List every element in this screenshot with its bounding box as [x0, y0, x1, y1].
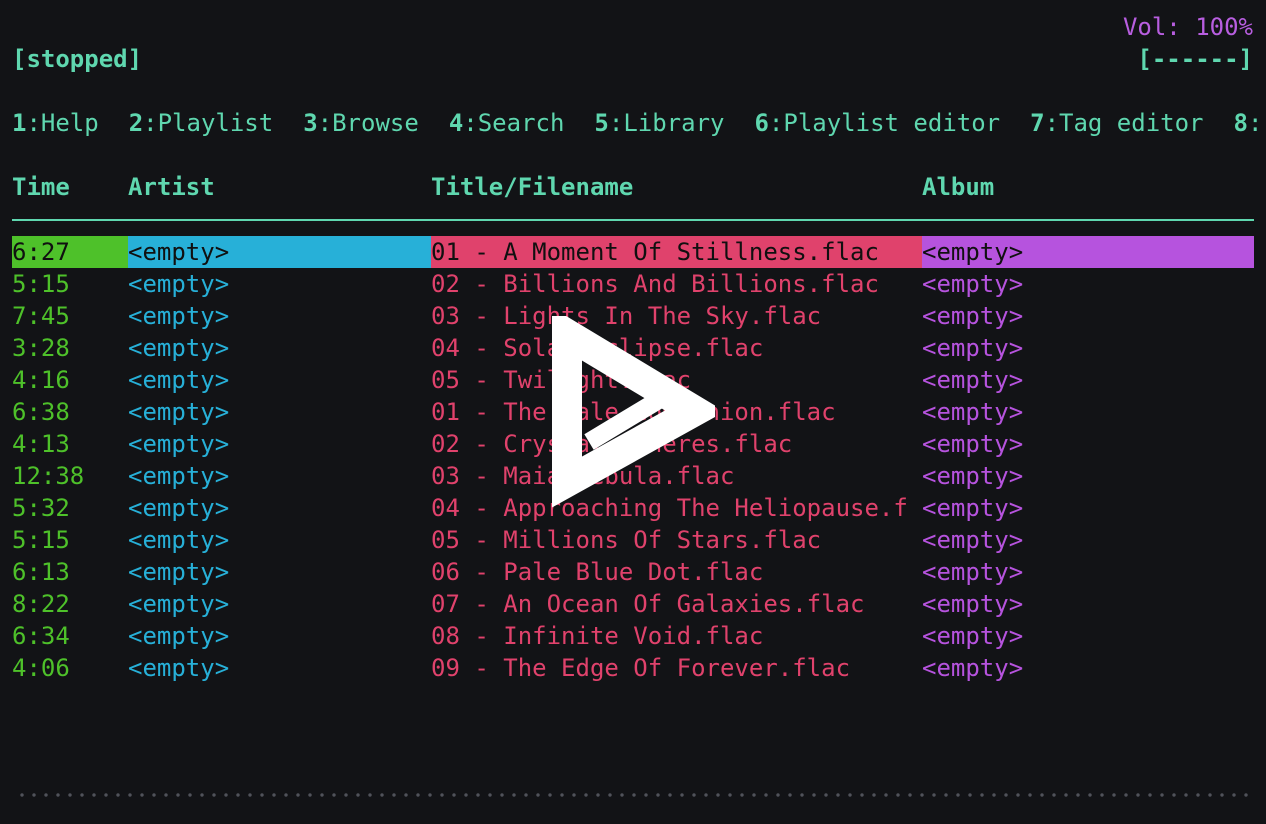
- track-time: 12:38: [12, 462, 85, 490]
- play-logo-icon: [552, 316, 715, 508]
- track-time: 6:34: [12, 622, 70, 650]
- track-artist: <empty>: [128, 430, 230, 458]
- tab-label: :Help: [26, 109, 99, 137]
- track-time: 5:15: [12, 526, 70, 554]
- track-time: 7:45: [12, 302, 70, 330]
- track-time: 6:13: [12, 558, 70, 586]
- column-header-title[interactable]: Title/Filename: [431, 171, 633, 203]
- tab-number: 5: [594, 109, 609, 137]
- track-title: 07 - An Ocean Of Galaxies.flac: [431, 590, 865, 618]
- playlist-row[interactable]: 5:15 <empty> 02 - Billions And Billions.fl…: [12, 268, 1254, 300]
- tab-2[interactable]: 2:Playlist: [129, 107, 274, 139]
- track-artist: <empty>: [128, 494, 230, 522]
- track-artist: <empty>: [128, 398, 230, 426]
- screen-tabs: 1:Help 2:Playlist 3:Browse 4:Search 5:Librar…: [12, 107, 1266, 139]
- track-artist: <empty>: [128, 366, 230, 394]
- playlist-row[interactable]: 6:27 <empty> 01 - A Moment Of Stillness.fl…: [12, 236, 1254, 268]
- playlist-row[interactable]: 6:34 <empty> 08 - Infinite Void.flac <empty…: [12, 620, 1254, 652]
- track-album: <empty>: [922, 558, 1024, 586]
- track-artist: <empty>: [128, 462, 230, 490]
- track-time: 8:22: [12, 590, 70, 618]
- tab-number: 4: [448, 109, 464, 137]
- status-line-divider: [16, 793, 1252, 797]
- track-time: 3:28: [12, 334, 70, 362]
- column-header-album[interactable]: Album: [922, 171, 994, 203]
- track-title: 09 - The Edge Of Forever.flac: [431, 654, 851, 682]
- track-title: 08 - Infinite Void.flac: [431, 622, 764, 650]
- track-album: <empty>: [922, 494, 1024, 522]
- playlist-row[interactable]: 5:15 <empty> 05 - Millions Of Stars.flac <e…: [12, 524, 1254, 556]
- track-artist: <empty>: [128, 302, 230, 330]
- header-divider: [12, 219, 1254, 221]
- track-artist: <empty>: [128, 334, 230, 362]
- tab-7[interactable]: 7:Tag editor: [1030, 107, 1203, 139]
- column-header-time[interactable]: Time: [12, 171, 70, 203]
- tab-label: :Library: [608, 109, 725, 137]
- track-album: <empty>: [922, 622, 1024, 650]
- track-artist: <empty>: [128, 654, 230, 682]
- tab-label: :Playlist: [143, 109, 274, 137]
- track-time: 4:13: [12, 430, 70, 458]
- track-title: 02 - Billions And Billions.flac: [431, 270, 879, 298]
- track-album: <empty>: [922, 302, 1024, 330]
- track-album: <empty>: [922, 398, 1024, 426]
- tab-label: :Search: [463, 109, 565, 137]
- track-artist: <empty>: [128, 270, 230, 298]
- tab-number: 6: [754, 109, 769, 137]
- playlist-row[interactable]: 4:06 <empty> 09 - The Edge Of Forever.flac…: [12, 652, 1254, 684]
- volume-indicator: Vol: 100%: [1122, 13, 1253, 41]
- tab-6[interactable]: 6:Playlist editor: [754, 107, 1000, 139]
- tab-3[interactable]: 3:Browse: [303, 107, 419, 139]
- progress-bar[interactable]: [------]: [1137, 43, 1253, 75]
- track-time: 6:27: [12, 236, 128, 268]
- track-album: <empty>: [922, 236, 1254, 268]
- tab-5[interactable]: 5:Library: [594, 107, 724, 139]
- track-album: <empty>: [922, 526, 1024, 554]
- track-time: 5:32: [12, 494, 70, 522]
- track-title: 05 - Millions Of Stars.flac: [431, 526, 822, 554]
- tab-4[interactable]: 4:Search: [449, 107, 565, 139]
- tab-label: :Browse: [317, 109, 419, 137]
- tab-label: :Tag editor: [1044, 109, 1204, 137]
- track-album: <empty>: [922, 270, 1024, 298]
- track-album: <empty>: [922, 366, 1024, 394]
- tab-number: 7: [1030, 109, 1045, 137]
- tab-label: :: [1247, 109, 1263, 137]
- tab-number: 3: [303, 109, 318, 137]
- tab-label: :Playlist editor: [768, 109, 1001, 137]
- tab-number: 8: [1233, 109, 1248, 137]
- track-time: 5:15: [12, 270, 70, 298]
- track-artist: <empty>: [128, 236, 431, 268]
- player-state: [stopped]: [12, 45, 143, 73]
- track-time: 4:06: [12, 654, 70, 682]
- tab-1[interactable]: 1:Help: [12, 107, 99, 139]
- track-title: 06 - Pale Blue Dot.flac: [431, 558, 764, 586]
- track-album: <empty>: [922, 430, 1024, 458]
- playlist-row[interactable]: 6:13 <empty> 06 - Pale Blue Dot.flac <empty…: [12, 556, 1254, 588]
- track-time: 4:16: [12, 366, 70, 394]
- tab-number: 2: [128, 109, 144, 137]
- track-artist: <empty>: [128, 622, 230, 650]
- track-artist: <empty>: [128, 590, 230, 618]
- track-album: <empty>: [922, 334, 1024, 362]
- track-time: 6:38: [12, 398, 70, 426]
- track-album: <empty>: [922, 654, 1024, 682]
- track-title: 01 - A Moment Of Stillness.flac: [431, 236, 922, 268]
- tab-number: 1: [12, 109, 27, 137]
- track-artist: <empty>: [128, 558, 230, 586]
- playlist-row[interactable]: 8:22 <empty> 07 - An Ocean Of Galaxies.fla…: [12, 588, 1254, 620]
- column-header-artist[interactable]: Artist: [128, 171, 215, 203]
- tab-8[interactable]: 8:: [1234, 107, 1263, 139]
- track-album: <empty>: [922, 590, 1024, 618]
- track-artist: <empty>: [128, 526, 230, 554]
- track-album: <empty>: [922, 462, 1024, 490]
